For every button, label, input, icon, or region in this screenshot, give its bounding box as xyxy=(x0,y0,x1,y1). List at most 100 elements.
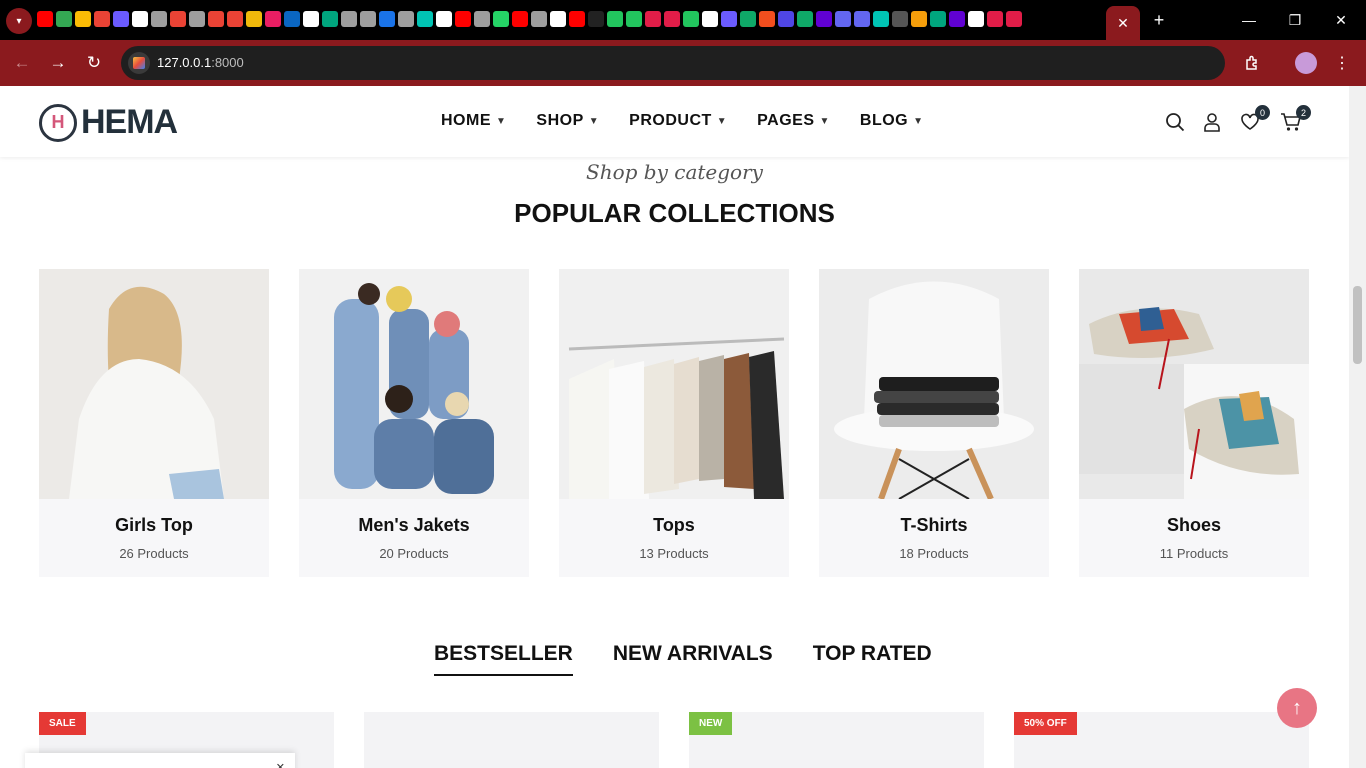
tab-top-rated[interactable]: TOP RATED xyxy=(813,642,932,676)
tab-favicon-icon[interactable] xyxy=(322,11,338,27)
logo[interactable]: H HEMA xyxy=(39,103,178,142)
tab-favicon-icon[interactable] xyxy=(797,11,813,27)
tab-favicon-icon[interactable] xyxy=(246,11,262,27)
restore-button[interactable]: ❐ xyxy=(1272,0,1318,40)
tab-favicon-icon[interactable] xyxy=(56,11,72,27)
tab-favicon-icon[interactable] xyxy=(949,11,965,27)
tab-favicon-icon[interactable] xyxy=(702,11,718,27)
reload-icon[interactable]: ↻ xyxy=(80,49,108,77)
collection-name[interactable]: T-Shirts xyxy=(819,515,1049,536)
product-card[interactable] xyxy=(364,712,659,768)
close-icon[interactable]: ✕ xyxy=(276,761,285,768)
tab-favicon-icon[interactable] xyxy=(132,11,148,27)
collection-image[interactable] xyxy=(39,269,269,499)
tab-bestseller[interactable]: BESTSELLER xyxy=(434,642,573,676)
tab-favicon-icon[interactable] xyxy=(930,11,946,27)
collection-name[interactable]: Shoes xyxy=(1079,515,1309,536)
tab-favicon-icon[interactable] xyxy=(1006,11,1022,27)
tab-favicon-icon[interactable] xyxy=(170,11,186,27)
collection-card[interactable]: T-Shirts 18 Products xyxy=(819,269,1049,577)
collection-image[interactable] xyxy=(819,269,1049,499)
minimize-button[interactable]: — xyxy=(1226,0,1272,40)
tab-favicon-icon[interactable] xyxy=(341,11,357,27)
collection-name[interactable]: Tops xyxy=(559,515,789,536)
tab-favicon-icon[interactable] xyxy=(379,11,395,27)
tab-favicon-icon[interactable] xyxy=(816,11,832,27)
collection-name[interactable]: Girls Top xyxy=(39,515,269,536)
collection-card[interactable]: Men's Jakets 20 Products xyxy=(299,269,529,577)
collection-card[interactable]: Shoes 11 Products xyxy=(1079,269,1309,577)
address-bar[interactable]: 127.0.0.1:8000 xyxy=(121,46,1225,80)
scrollbar-thumb[interactable] xyxy=(1353,286,1362,364)
extensions-icon[interactable] xyxy=(1238,49,1266,77)
forward-icon[interactable]: → xyxy=(44,49,72,77)
collection-card[interactable]: Girls Top 26 Products xyxy=(39,269,269,577)
tab-favicon-icon[interactable] xyxy=(683,11,699,27)
tab-favicon-icon[interactable] xyxy=(189,11,205,27)
tab-favicon-icon[interactable] xyxy=(75,11,91,27)
new-tab-button[interactable]: + xyxy=(1147,9,1171,31)
collection-name[interactable]: Men's Jakets xyxy=(299,515,529,536)
back-icon[interactable]: ← xyxy=(8,49,36,77)
cart-icon[interactable]: 2 xyxy=(1280,105,1311,133)
active-tab-close[interactable]: ✕ xyxy=(1106,6,1140,40)
tab-favicon-icon[interactable] xyxy=(911,11,927,27)
tab-favicon-icon[interactable] xyxy=(759,11,775,27)
tab-favicon-icon[interactable] xyxy=(113,11,129,27)
tab-favicon-icon[interactable] xyxy=(626,11,642,27)
menu-pages[interactable]: PAGES ▼ xyxy=(757,112,830,130)
tab-favicon-icon[interactable] xyxy=(664,11,680,27)
tab-favicon-icon[interactable] xyxy=(303,11,319,27)
wishlist-icon[interactable]: 0 xyxy=(1239,105,1270,133)
tab-favicon-icon[interactable] xyxy=(436,11,452,27)
page-scrollbar[interactable] xyxy=(1349,86,1366,768)
tab-favicon-icon[interactable] xyxy=(569,11,585,27)
tab-favicon-icon[interactable] xyxy=(360,11,376,27)
tab-favicon-icon[interactable] xyxy=(721,11,737,27)
tab-favicon-icon[interactable] xyxy=(607,11,623,27)
tab-favicon-icon[interactable] xyxy=(474,11,490,27)
collection-image[interactable] xyxy=(299,269,529,499)
site-info-icon[interactable] xyxy=(128,52,150,74)
tab-favicon-icon[interactable] xyxy=(740,11,756,27)
tab-favicon-icon[interactable] xyxy=(968,11,984,27)
menu-home[interactable]: HOME ▼ xyxy=(441,112,506,130)
scroll-to-top-button[interactable]: ↑ xyxy=(1277,688,1317,728)
tab-favicon-icon[interactable] xyxy=(455,11,471,27)
tab-favicon-icon[interactable] xyxy=(987,11,1003,27)
menu-shop[interactable]: SHOP ▼ xyxy=(536,112,599,130)
tab-favicon-icon[interactable] xyxy=(398,11,414,27)
collection-image[interactable] xyxy=(1079,269,1309,499)
tab-favicon-icon[interactable] xyxy=(37,11,53,27)
profile-avatar[interactable] xyxy=(1295,52,1317,74)
tab-favicon-icon[interactable] xyxy=(208,11,224,27)
tab-favicon-icon[interactable] xyxy=(873,11,889,27)
menu-blog[interactable]: BLOG ▼ xyxy=(860,112,924,130)
tab-new-arrivals[interactable]: NEW ARRIVALS xyxy=(613,642,773,676)
collection-image[interactable] xyxy=(559,269,789,499)
tab-favicon-icon[interactable] xyxy=(265,11,281,27)
browser-menu-icon[interactable]: ⋮ xyxy=(1328,49,1356,77)
tab-favicon-icon[interactable] xyxy=(493,11,509,27)
tab-favicon-icon[interactable] xyxy=(550,11,566,27)
tab-favicon-icon[interactable] xyxy=(417,11,433,27)
tab-favicon-icon[interactable] xyxy=(854,11,870,27)
tab-favicon-icon[interactable] xyxy=(94,11,110,27)
close-window-button[interactable]: ✕ xyxy=(1318,0,1364,40)
tab-favicon-icon[interactable] xyxy=(151,11,167,27)
tab-search-button[interactable]: ▾ xyxy=(6,8,32,34)
product-card[interactable]: NEW xyxy=(689,712,984,768)
tab-favicon-icon[interactable] xyxy=(645,11,661,27)
tab-favicon-icon[interactable] xyxy=(284,11,300,27)
tab-favicon-icon[interactable] xyxy=(892,11,908,27)
tab-favicon-icon[interactable] xyxy=(531,11,547,27)
tab-favicon-icon[interactable] xyxy=(778,11,794,27)
menu-product[interactable]: PRODUCT ▼ xyxy=(629,112,727,130)
tab-favicon-icon[interactable] xyxy=(588,11,604,27)
product-card[interactable]: 50% OFF xyxy=(1014,712,1309,768)
tab-favicon-icon[interactable] xyxy=(512,11,528,27)
user-icon[interactable] xyxy=(1201,111,1223,133)
search-icon[interactable] xyxy=(1164,111,1186,133)
tab-favicon-icon[interactable] xyxy=(835,11,851,27)
collection-card[interactable]: Tops 13 Products xyxy=(559,269,789,577)
